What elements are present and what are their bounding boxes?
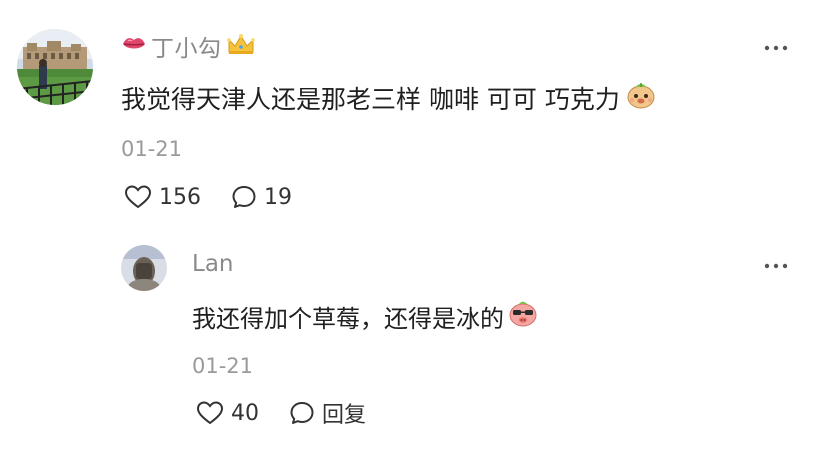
comment-count-button[interactable]: 19 bbox=[231, 184, 292, 210]
reply-actions: 40 回复 bbox=[196, 396, 396, 430]
comment-bubble-icon bbox=[232, 186, 256, 208]
more-options-button[interactable] bbox=[758, 34, 794, 58]
like-count: 156 bbox=[159, 184, 201, 210]
smiling-cat-emoji-icon bbox=[626, 80, 656, 116]
username: 丁小勾 bbox=[151, 36, 222, 62]
more-dots-icon bbox=[764, 45, 788, 51]
comment-bubble-icon bbox=[290, 402, 314, 424]
comment-body: 我觉得天津人还是那老三样 咖啡 可可 巧克力 bbox=[121, 85, 620, 114]
avatar[interactable] bbox=[17, 29, 93, 105]
cool-pig-emoji-icon bbox=[508, 298, 538, 334]
comment-actions: 156 19 bbox=[124, 180, 322, 214]
like-button[interactable]: 156 bbox=[124, 184, 201, 210]
reply-author[interactable]: Lan bbox=[192, 251, 234, 277]
lips-emoji-icon bbox=[121, 33, 147, 59]
reply-button[interactable]: 回复 bbox=[289, 397, 366, 429]
reply-like-button[interactable]: 40 bbox=[196, 400, 259, 426]
reply-label: 回复 bbox=[322, 403, 367, 428]
reply-body: 我还得加个草莓，还得是冰的 bbox=[192, 304, 504, 333]
reply-text: 我还得加个草莓，还得是冰的 bbox=[192, 298, 538, 334]
comment-text: 我觉得天津人还是那老三样 咖啡 可可 巧克力 bbox=[121, 80, 656, 116]
reply-avatar[interactable] bbox=[121, 245, 167, 291]
reply-date: 01-21 bbox=[192, 354, 254, 378]
comment-count: 19 bbox=[264, 184, 292, 210]
comment-author[interactable]: 丁小勾 bbox=[121, 31, 256, 62]
heart-icon bbox=[196, 401, 224, 425]
heart-icon bbox=[124, 185, 152, 209]
reply-more-options-button[interactable] bbox=[758, 252, 794, 276]
reply-like-count: 40 bbox=[231, 400, 259, 426]
comment-date: 01-21 bbox=[121, 137, 183, 161]
more-dots-icon bbox=[764, 263, 788, 269]
crown-emoji-icon bbox=[226, 32, 256, 60]
